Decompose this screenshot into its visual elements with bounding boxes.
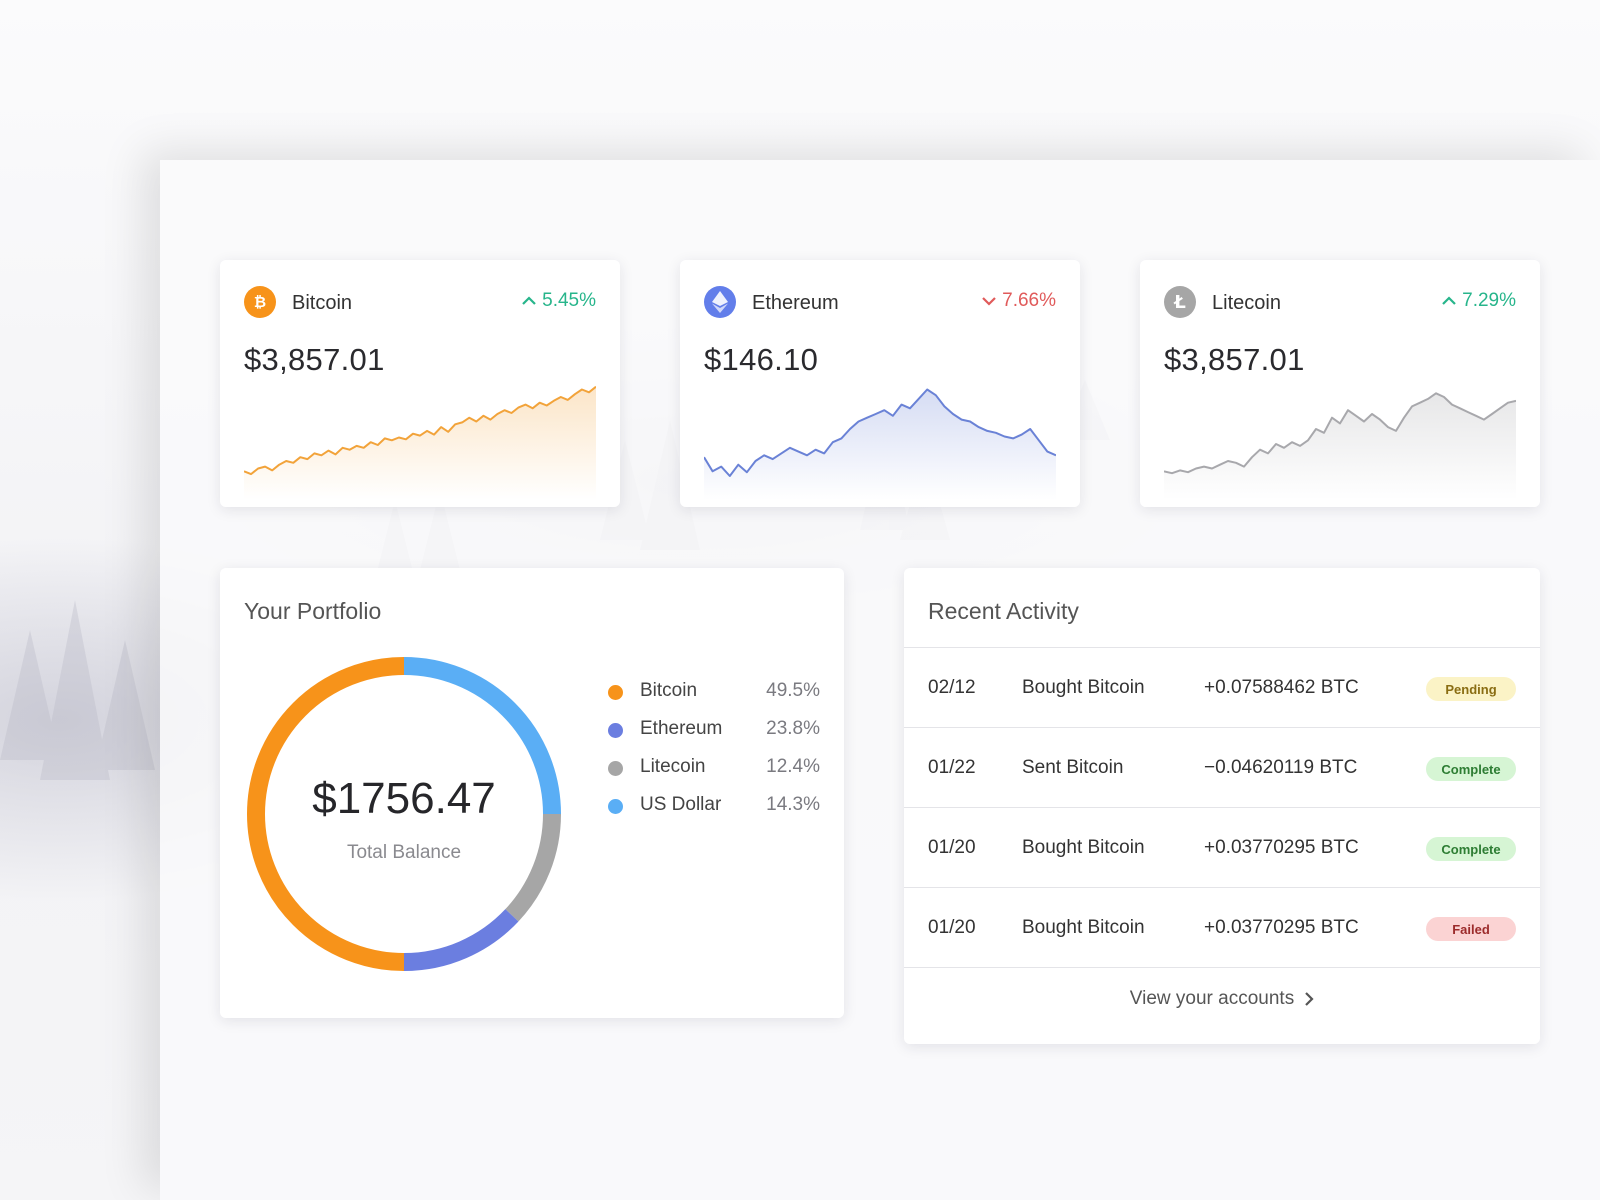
activity-date: 01/20 [928,917,976,938]
legend-name: Ethereum [640,718,723,739]
legend-item-ethereum: Ethereum 23.8% [608,716,820,754]
activity-amount: +0.03770295 BTC [1204,837,1359,858]
activity-row[interactable]: 01/22 Sent Bitcoin −0.04620119 BTC Compl… [904,728,1540,808]
chevron-up-icon [522,296,536,305]
chevron-right-icon [1305,992,1314,1006]
change-value: 7.29% [1462,290,1516,311]
coin-name: Bitcoin [292,292,353,314]
activity-description: Sent Bitcoin [1022,757,1124,778]
bitcoin-icon: ₿ [244,286,276,318]
legend-item-us-dollar: US Dollar 14.3% [608,792,820,830]
card-header: Ł Litecoin 7.29% [1164,286,1516,318]
sparkline-area [704,389,1056,500]
legend-percent: 49.5% [766,680,820,701]
activity-amount: −0.04620119 BTC [1204,757,1358,778]
bitcoin-price-card[interactable]: ₿ Bitcoin 5.45% $3,857.01 [220,260,620,507]
litecoin-dot [608,761,623,776]
ethereum-price-card[interactable]: Ethereum 7.66% $146.10 [680,260,1080,507]
legend-percent: 14.3% [766,794,820,815]
portfolio-legend: Bitcoin 49.5% Ethereum 23.8% Litecoin 12… [608,678,820,830]
legend-percent: 12.4% [766,756,820,777]
price-sparkline [244,385,596,500]
activity-amount: +0.03770295 BTC [1204,917,1359,938]
activity-amount: +0.07588462 BTC [1204,677,1359,698]
price-change: 7.66% [982,290,1056,312]
donut-slice-litecoin [505,813,561,922]
donut-slice-ethereum [403,909,519,971]
status-badge: Pending [1426,677,1516,701]
status-badge: Complete [1426,757,1516,781]
price-sparkline [1164,392,1516,500]
activity-description: Bought Bitcoin [1022,677,1145,698]
activity-header: Recent Activity [904,568,1540,648]
price-change: 5.45% [522,290,596,312]
activity-description: Bought Bitcoin [1022,837,1145,858]
activity-date: 01/22 [928,757,976,778]
legend-name: US Dollar [640,794,722,815]
activity-date: 01/20 [928,837,976,858]
activity-date: 02/12 [928,677,976,698]
legend-percent: 23.8% [766,718,820,739]
legend-item-bitcoin: Bitcoin 49.5% [608,678,820,716]
total-balance-amount: $1756.47 [312,774,496,823]
litecoin-icon: Ł [1164,286,1196,318]
svg-text:Ł: Ł [1173,292,1186,312]
ethereum-dot [608,723,623,738]
coin-price: $3,857.01 [1164,342,1305,377]
total-balance-label: Total Balance [346,842,462,863]
coin-name: Ethereum [752,292,839,314]
status-badge: Complete [1426,837,1516,861]
coin-name: Litecoin [1212,292,1281,314]
view-accounts-link[interactable]: View your accounts [904,988,1540,1010]
activity-title: Recent Activity [928,598,1079,624]
activity-description: Bought Bitcoin [1022,917,1145,938]
bitcoin-dot [608,685,623,700]
price-change: 7.29% [1442,290,1516,312]
dashboard-window: ₿ Bitcoin 5.45% $3,857.01 Ethereum 7.66%… [160,160,1600,1200]
litecoin-price-card[interactable]: Ł Litecoin 7.29% $3,857.01 [1140,260,1540,507]
card-header: Ethereum 7.66% [704,286,1056,318]
status-badge: Failed [1426,917,1516,941]
coin-price: $3,857.01 [244,342,385,377]
chevron-up-icon [1442,296,1456,305]
recent-activity-card: Recent Activity 02/12 Bought Bitcoin +0.… [904,568,1540,1044]
portfolio-card: Your Portfolio $1756.47 Total Balance Bi… [220,568,844,1018]
portfolio-title: Your Portfolio [244,598,382,624]
change-value: 5.45% [542,290,596,311]
ethereum-icon [704,286,736,318]
chevron-down-icon [982,297,996,306]
legend-name: Litecoin [640,756,706,777]
us-dollar-dot [608,799,623,814]
view-accounts-label: View your accounts [1129,988,1295,1009]
activity-row[interactable]: 02/12 Bought Bitcoin +0.07588462 BTC Pen… [904,648,1540,728]
activity-row[interactable]: 01/20 Bought Bitcoin +0.03770295 BTC Fai… [904,888,1540,968]
activity-row[interactable]: 01/20 Bought Bitcoin +0.03770295 BTC Com… [904,808,1540,888]
legend-name: Bitcoin [640,680,698,701]
change-value: 7.66% [1002,290,1056,311]
coin-price: $146.10 [704,342,819,377]
card-header: ₿ Bitcoin 5.45% [244,286,596,318]
price-sparkline [704,388,1056,500]
legend-item-litecoin: Litecoin 12.4% [608,754,820,792]
svg-text:₿: ₿ [254,293,266,311]
